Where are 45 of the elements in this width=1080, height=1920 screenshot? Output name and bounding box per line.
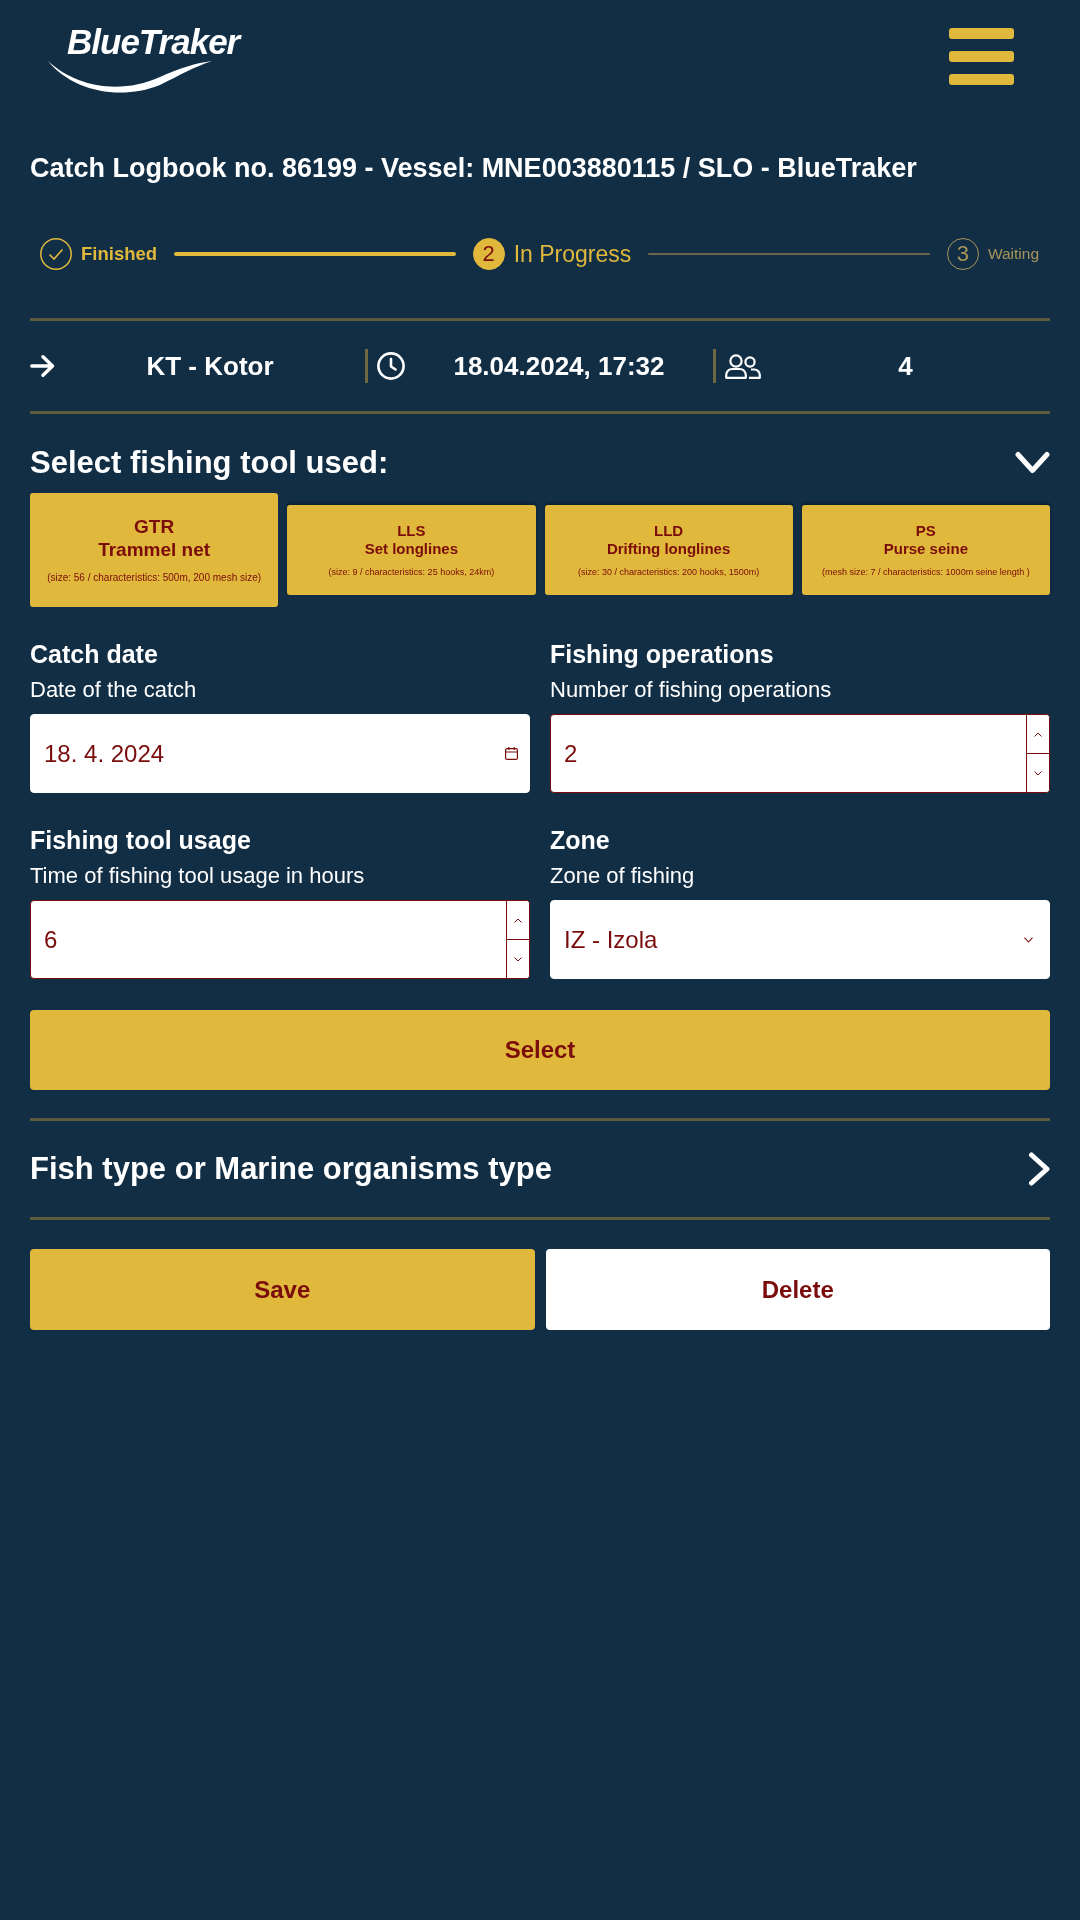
secondary-button[interactable]: Delete	[545, 1249, 1050, 1330]
section-title: Fish type or Marine organisms type	[30, 1151, 552, 1187]
section-heading: Select fishing tool used:	[30, 444, 389, 482]
tool-card[interactable]: GTR Trammel net (size: 56 / characteristics: 500m, 200 mesh size)	[30, 493, 279, 607]
people-icon	[725, 353, 761, 379]
caret-down-icon	[1034, 770, 1042, 776]
field-label: Fishing tool usage	[30, 825, 252, 855]
date-field[interactable]: 18. 4. 2024	[30, 714, 530, 793]
chevron-down-icon[interactable]	[1015, 451, 1050, 475]
step-number: 2	[472, 238, 505, 270]
menu-icon[interactable]	[949, 28, 1014, 85]
select-field[interactable]: IZ - Izola	[550, 900, 1050, 979]
caret-up-icon	[514, 917, 522, 923]
arrow-right-icon	[30, 355, 55, 377]
step-label: Finished	[81, 243, 158, 265]
select-button[interactable]: Select	[30, 1010, 1050, 1090]
tool-card[interactable]: LLS Set longlines (size: 9 / characteristics: 25 hooks, 24km)	[287, 505, 536, 595]
port-text: KT - Kotor	[145, 350, 275, 382]
page-title: Catch Logbook no. 86199 - Vessel: MNE003880115 / SLO - BlueTraker	[30, 152, 918, 185]
step-down-button[interactable]	[507, 939, 529, 978]
number-field[interactable]: 2	[550, 714, 1050, 793]
primary-button[interactable]: Save	[30, 1249, 535, 1330]
field-description: Number of fishing operations	[550, 676, 833, 704]
chevron-right-icon[interactable]	[1028, 1152, 1050, 1186]
field-label: Fishing operations	[550, 639, 775, 669]
field-label: Zone	[550, 825, 611, 855]
check-circle-icon	[40, 238, 72, 270]
field-description: Time of fishing tool usage in hours	[30, 862, 366, 890]
field-description: Zone of fishing	[550, 862, 696, 890]
logo-text: BlueTraker	[67, 24, 240, 60]
datetime-text: 18.04.2024, 17:32	[452, 350, 666, 382]
field-label: Catch date	[30, 639, 159, 669]
calendar-icon	[505, 747, 518, 760]
number-field[interactable]: 6	[30, 900, 530, 979]
field-description: Date of the catch	[30, 676, 198, 704]
tool-card[interactable]: LLD Drifting longlines (size: 30 / characteristics: 200 hooks, 1500m)	[544, 505, 793, 595]
caret-up-icon	[1034, 731, 1042, 737]
tool-card[interactable]: PS Purse seine (mesh size: 7 / characteristics: 1000m seine length )	[801, 505, 1050, 595]
step-down-button[interactable]	[1027, 753, 1049, 792]
clock-icon	[377, 352, 405, 380]
chevron-down-icon	[1024, 936, 1033, 943]
caret-down-icon	[514, 956, 522, 962]
crew-count: 4	[897, 350, 914, 382]
step-label: Waiting	[987, 245, 1039, 263]
step-label: In Progress	[513, 240, 632, 268]
